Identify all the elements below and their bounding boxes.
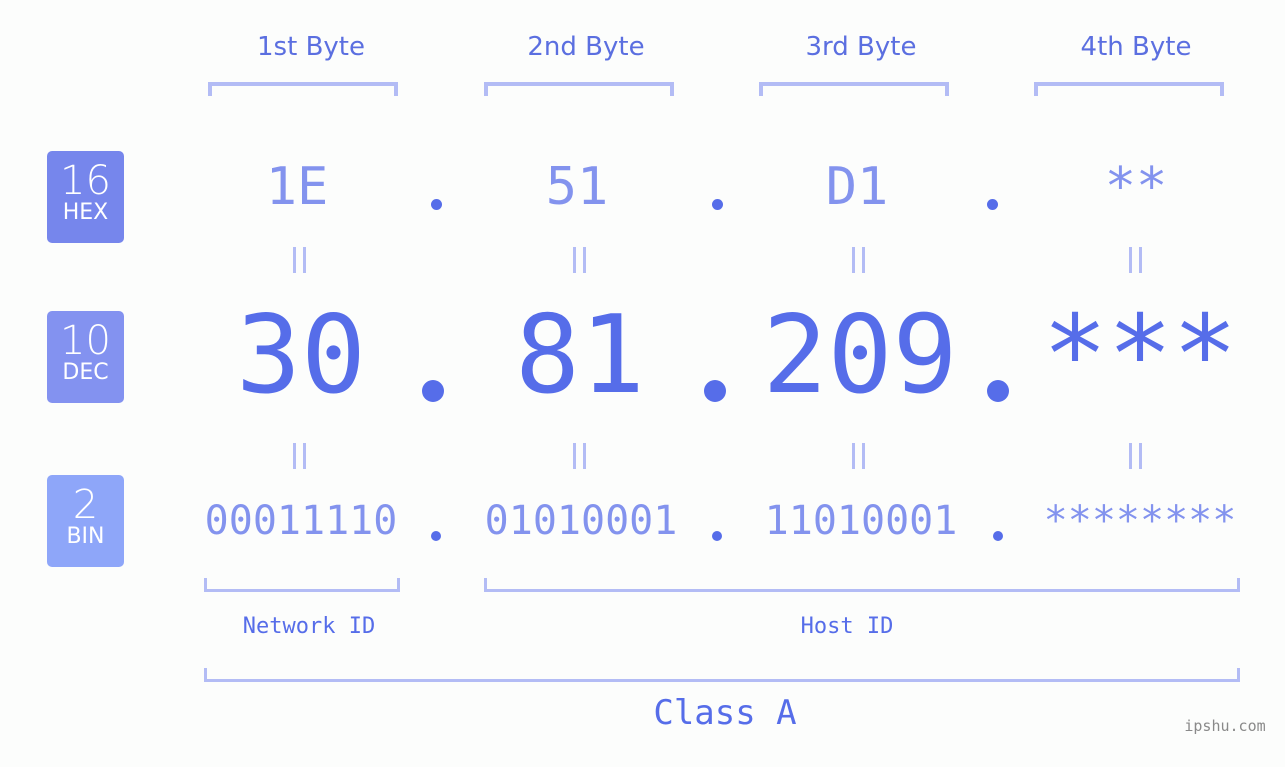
watermark: ipshu.com bbox=[1184, 717, 1266, 735]
bin-octet-1: 00011110 bbox=[204, 498, 398, 544]
equals-icon bbox=[560, 243, 600, 283]
dec-badge: 10 DEC bbox=[47, 311, 124, 403]
dec-separator-dot bbox=[704, 380, 726, 402]
bin-octet-3: 11010001 bbox=[764, 498, 958, 544]
byte-header-4: 4th Byte bbox=[1080, 32, 1192, 62]
hex-separator-dot bbox=[987, 199, 998, 210]
network-id-label: Network ID bbox=[242, 614, 376, 639]
dec-base-number: 10 bbox=[60, 318, 111, 364]
host-id-label: Host ID bbox=[800, 614, 894, 639]
bin-separator-dot bbox=[712, 531, 722, 541]
hex-octet-2: 51 bbox=[545, 157, 609, 217]
bin-base-label: BIN bbox=[66, 524, 105, 549]
class-label: Class A bbox=[653, 693, 797, 733]
equals-icon bbox=[839, 439, 879, 479]
hex-octet-3: D1 bbox=[825, 157, 889, 217]
bin-separator-dot bbox=[431, 531, 441, 541]
byte-header-3: 3rd Byte bbox=[805, 32, 917, 62]
host-id-bracket bbox=[484, 578, 1240, 592]
hex-separator-dot bbox=[712, 199, 723, 210]
class-bracket bbox=[204, 668, 1240, 682]
equals-icon bbox=[839, 243, 879, 283]
byte-bracket-4 bbox=[1034, 82, 1224, 96]
byte-bracket-1 bbox=[208, 82, 398, 96]
bin-separator-dot bbox=[993, 531, 1003, 541]
dec-separator-dot bbox=[422, 380, 444, 402]
bin-octet-4: ******** bbox=[1043, 498, 1237, 544]
dec-octet-2: 81 bbox=[514, 293, 646, 418]
byte-bracket-2 bbox=[484, 82, 674, 96]
equals-icon bbox=[280, 439, 320, 479]
equals-icon bbox=[1116, 439, 1156, 479]
byte-header-1: 1st Byte bbox=[257, 32, 365, 62]
bin-badge: 2 BIN bbox=[47, 475, 124, 567]
hex-base-label: HEX bbox=[62, 200, 109, 225]
hex-octet-4: ** bbox=[1104, 157, 1168, 217]
equals-icon bbox=[1116, 243, 1156, 283]
hex-base-number: 16 bbox=[60, 158, 111, 204]
equals-icon bbox=[280, 243, 320, 283]
hex-separator-dot bbox=[431, 199, 442, 210]
byte-bracket-3 bbox=[759, 82, 949, 96]
network-id-bracket bbox=[204, 578, 400, 592]
hex-octet-1: 1E bbox=[265, 157, 329, 217]
dec-separator-dot bbox=[987, 380, 1009, 402]
dec-octet-4: *** bbox=[1042, 293, 1238, 418]
dec-octet-1: 30 bbox=[235, 293, 367, 418]
equals-icon bbox=[560, 439, 600, 479]
dec-base-label: DEC bbox=[62, 360, 109, 385]
hex-badge: 16 HEX bbox=[47, 151, 124, 243]
byte-header-2: 2nd Byte bbox=[527, 32, 645, 62]
bin-base-number: 2 bbox=[72, 482, 99, 528]
bin-octet-2: 01010001 bbox=[484, 498, 678, 544]
dec-octet-3: 209 bbox=[762, 293, 958, 418]
